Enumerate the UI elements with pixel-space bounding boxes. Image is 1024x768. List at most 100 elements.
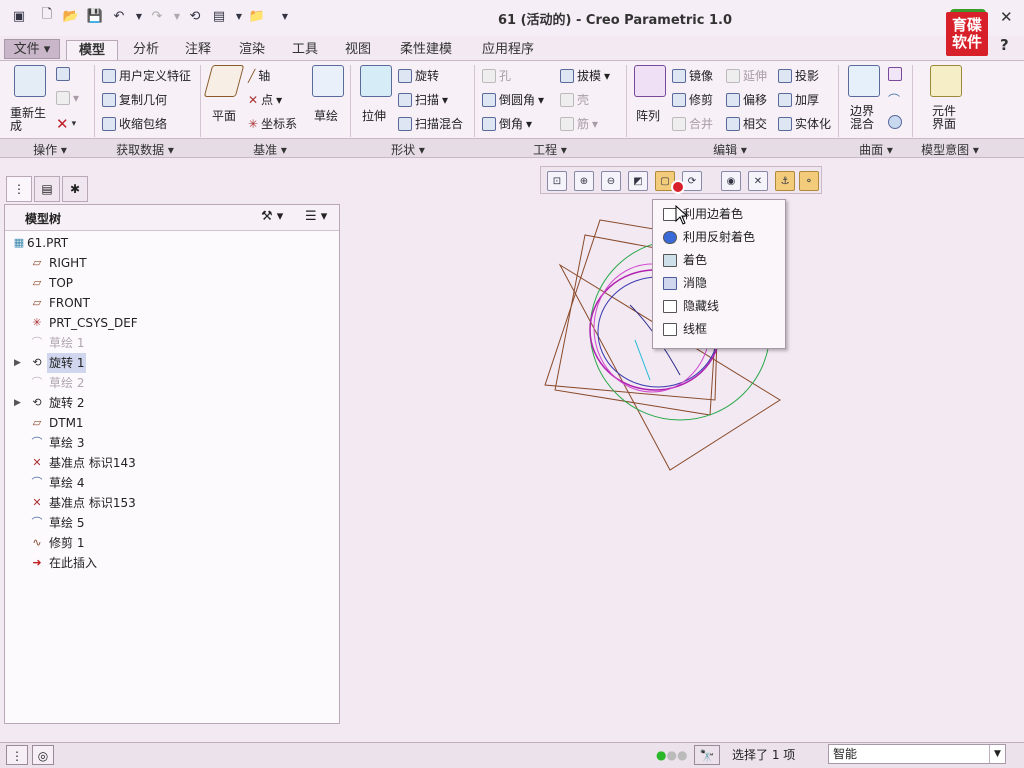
chevron-down-icon[interactable]: ▼ [989, 745, 1005, 763]
customize-toolbar-icon[interactable]: ▼ [276, 7, 294, 25]
group-surfaces[interactable]: 曲面 ▾ [846, 141, 906, 158]
shrinkwrap-button[interactable]: 收缩包络 [102, 115, 167, 132]
group-get-data[interactable]: 获取数据 ▾ [100, 141, 190, 158]
selection-filter[interactable]: 智能 ▼ [828, 744, 1006, 764]
tree-item[interactable]: ▶ ⟲ 旋转 1 [5, 353, 339, 373]
style-icon[interactable] [888, 115, 902, 129]
tab-applications[interactable]: 应用程序 [472, 40, 544, 60]
tree-item[interactable]: ⌒ 草绘 2 [5, 373, 339, 393]
view-manager-icon[interactable]: ◉ [721, 171, 741, 191]
tab-view[interactable]: 视图 [336, 40, 380, 60]
tab-model[interactable]: 模型 [66, 40, 118, 61]
tab-file[interactable]: 文件 ▾ [4, 39, 60, 59]
model-tree-tab-icon[interactable]: ⋮ [6, 176, 32, 202]
copy-icon[interactable] [56, 67, 70, 81]
plane-button[interactable]: 平面 [212, 107, 236, 124]
undo-icon[interactable]: ↶ [110, 7, 128, 25]
tab-analysis[interactable]: 分析 [124, 40, 168, 60]
extrude-button[interactable]: 拉伸 [362, 107, 386, 124]
tab-flexible-modeling[interactable]: 柔性建模 [390, 40, 462, 60]
tree-item[interactable]: ∿ 修剪 1 [5, 533, 339, 553]
paste-icon[interactable]: ▾ [56, 91, 79, 105]
tab-render[interactable]: 渲染 [230, 40, 274, 60]
refit-icon[interactable]: ⊡ [547, 171, 567, 191]
point-button[interactable]: ✕ 点 ▾ [248, 91, 282, 108]
tree-item[interactable]: ✕ 基准点 标识153 [5, 493, 339, 513]
component-interface-button[interactable]: 元件界面 [932, 105, 964, 131]
plane-icon[interactable] [203, 65, 245, 97]
sketch-icon[interactable] [312, 65, 344, 97]
boundary-blend-icon[interactable] [848, 65, 880, 97]
redo-dropdown-icon[interactable]: ▼ [168, 7, 186, 25]
copy-geometry-button[interactable]: 复制几何 [102, 91, 167, 108]
tree-item[interactable]: ✕ 基准点 标识143 [5, 453, 339, 473]
zoom-out-icon[interactable]: ⊖ [601, 171, 621, 191]
tree-item[interactable]: ▱ TOP [5, 273, 339, 293]
browser-toggle-icon[interactable]: ◎ [32, 745, 54, 765]
find-icon[interactable]: 🔭 [694, 745, 720, 765]
mirror-button[interactable]: 镜像 [672, 67, 713, 84]
spin-center-icon[interactable]: ⚓ [775, 171, 795, 191]
group-model-intent[interactable]: 模型意图 ▾ [912, 141, 988, 158]
merge-button[interactable]: 合并 [672, 115, 713, 132]
datum-display-icon[interactable]: ✕ [748, 171, 768, 191]
pattern-button[interactable]: 阵列 [636, 107, 660, 124]
thicken-button[interactable]: 加厚 [778, 91, 819, 108]
undo-dropdown-icon[interactable]: ▼ [130, 7, 148, 25]
group-datum[interactable]: 基准 ▾ [240, 141, 300, 158]
delete-icon[interactable]: ✕ ▾ [56, 115, 76, 133]
extend-button[interactable]: 延伸 [726, 67, 767, 84]
zoom-in-icon[interactable]: ⊕ [574, 171, 594, 191]
model-tree-toggle-icon[interactable]: ⋮ [6, 745, 28, 765]
menu-item[interactable]: 利用边着色 [653, 203, 785, 226]
tree-item[interactable]: ▱ RIGHT [5, 253, 339, 273]
close-window-icon[interactable]: 📁 [248, 7, 266, 25]
swept-blend-button[interactable]: 扫描混合 [398, 115, 463, 132]
favorites-tab-icon[interactable]: ✱ [62, 176, 88, 202]
group-engineering[interactable]: 工程 ▾ [520, 141, 580, 158]
boundary-blend-button[interactable]: 边界混合 [850, 105, 880, 131]
tree-item[interactable]: ▱ FRONT [5, 293, 339, 313]
tab-tools[interactable]: 工具 [283, 40, 327, 60]
close-icon[interactable]: ✕ [1000, 8, 1013, 26]
regenerate-button[interactable]: 重新生成 [10, 107, 50, 133]
revolve-button[interactable]: 旋转 [398, 67, 439, 84]
show-icon[interactable]: ☰ ▾ [305, 209, 327, 224]
shell-button[interactable]: 壳 [560, 91, 589, 108]
group-operations[interactable]: 操作 ▾ [20, 141, 80, 158]
menu-item[interactable]: 消隐 [653, 272, 785, 295]
user-defined-feature-button[interactable]: 用户定义特征 [102, 67, 191, 84]
menu-item[interactable]: 着色 [653, 249, 785, 272]
expand-icon[interactable]: ▶ [14, 353, 21, 373]
tab-annotate[interactable]: 注释 [176, 40, 220, 60]
sketch-button[interactable]: 草绘 [314, 107, 338, 124]
folder-browser-tab-icon[interactable]: ▤ [34, 176, 60, 202]
pattern-icon[interactable] [634, 65, 666, 97]
offset-button[interactable]: 偏移 [726, 91, 767, 108]
chamfer-button[interactable]: 倒角 ▾ [482, 115, 532, 132]
regenerate-big-icon[interactable] [14, 65, 46, 97]
axis-button[interactable]: ╱ 轴 [248, 67, 270, 84]
rib-button[interactable]: 筋 ▾ [560, 115, 598, 132]
tree-item[interactable]: ▱ DTM1 [5, 413, 339, 433]
tree-item[interactable]: ▶ ⟲ 旋转 2 [5, 393, 339, 413]
window-icon[interactable]: ▤ [210, 7, 228, 25]
component-interface-icon[interactable] [930, 65, 962, 97]
intersect-button[interactable]: 相交 [726, 115, 767, 132]
trim-button[interactable]: 修剪 [672, 91, 713, 108]
expand-icon[interactable]: ▶ [14, 393, 21, 413]
round-button[interactable]: 倒圆角 ▾ [482, 91, 544, 108]
hole-button[interactable]: 孔 [482, 67, 511, 84]
repaint-icon[interactable]: ◩ [628, 171, 648, 191]
extrude-icon[interactable] [360, 65, 392, 97]
group-shapes[interactable]: 形状 ▾ [378, 141, 438, 158]
annotation-display-icon[interactable]: ⚬ [799, 171, 819, 191]
redo-icon[interactable]: ↷ [148, 7, 166, 25]
new-file-icon[interactable]: 🗋 [38, 7, 56, 25]
tree-item[interactable]: ⌒ 草绘 4 [5, 473, 339, 493]
draft-button[interactable]: 拔模 ▾ [560, 67, 610, 84]
csys-button[interactable]: ✳ 坐标系 [248, 115, 297, 132]
fill-icon[interactable] [888, 67, 902, 81]
menu-item[interactable]: 线框 [653, 318, 785, 341]
open-folder-icon[interactable]: 📂 [62, 7, 80, 25]
